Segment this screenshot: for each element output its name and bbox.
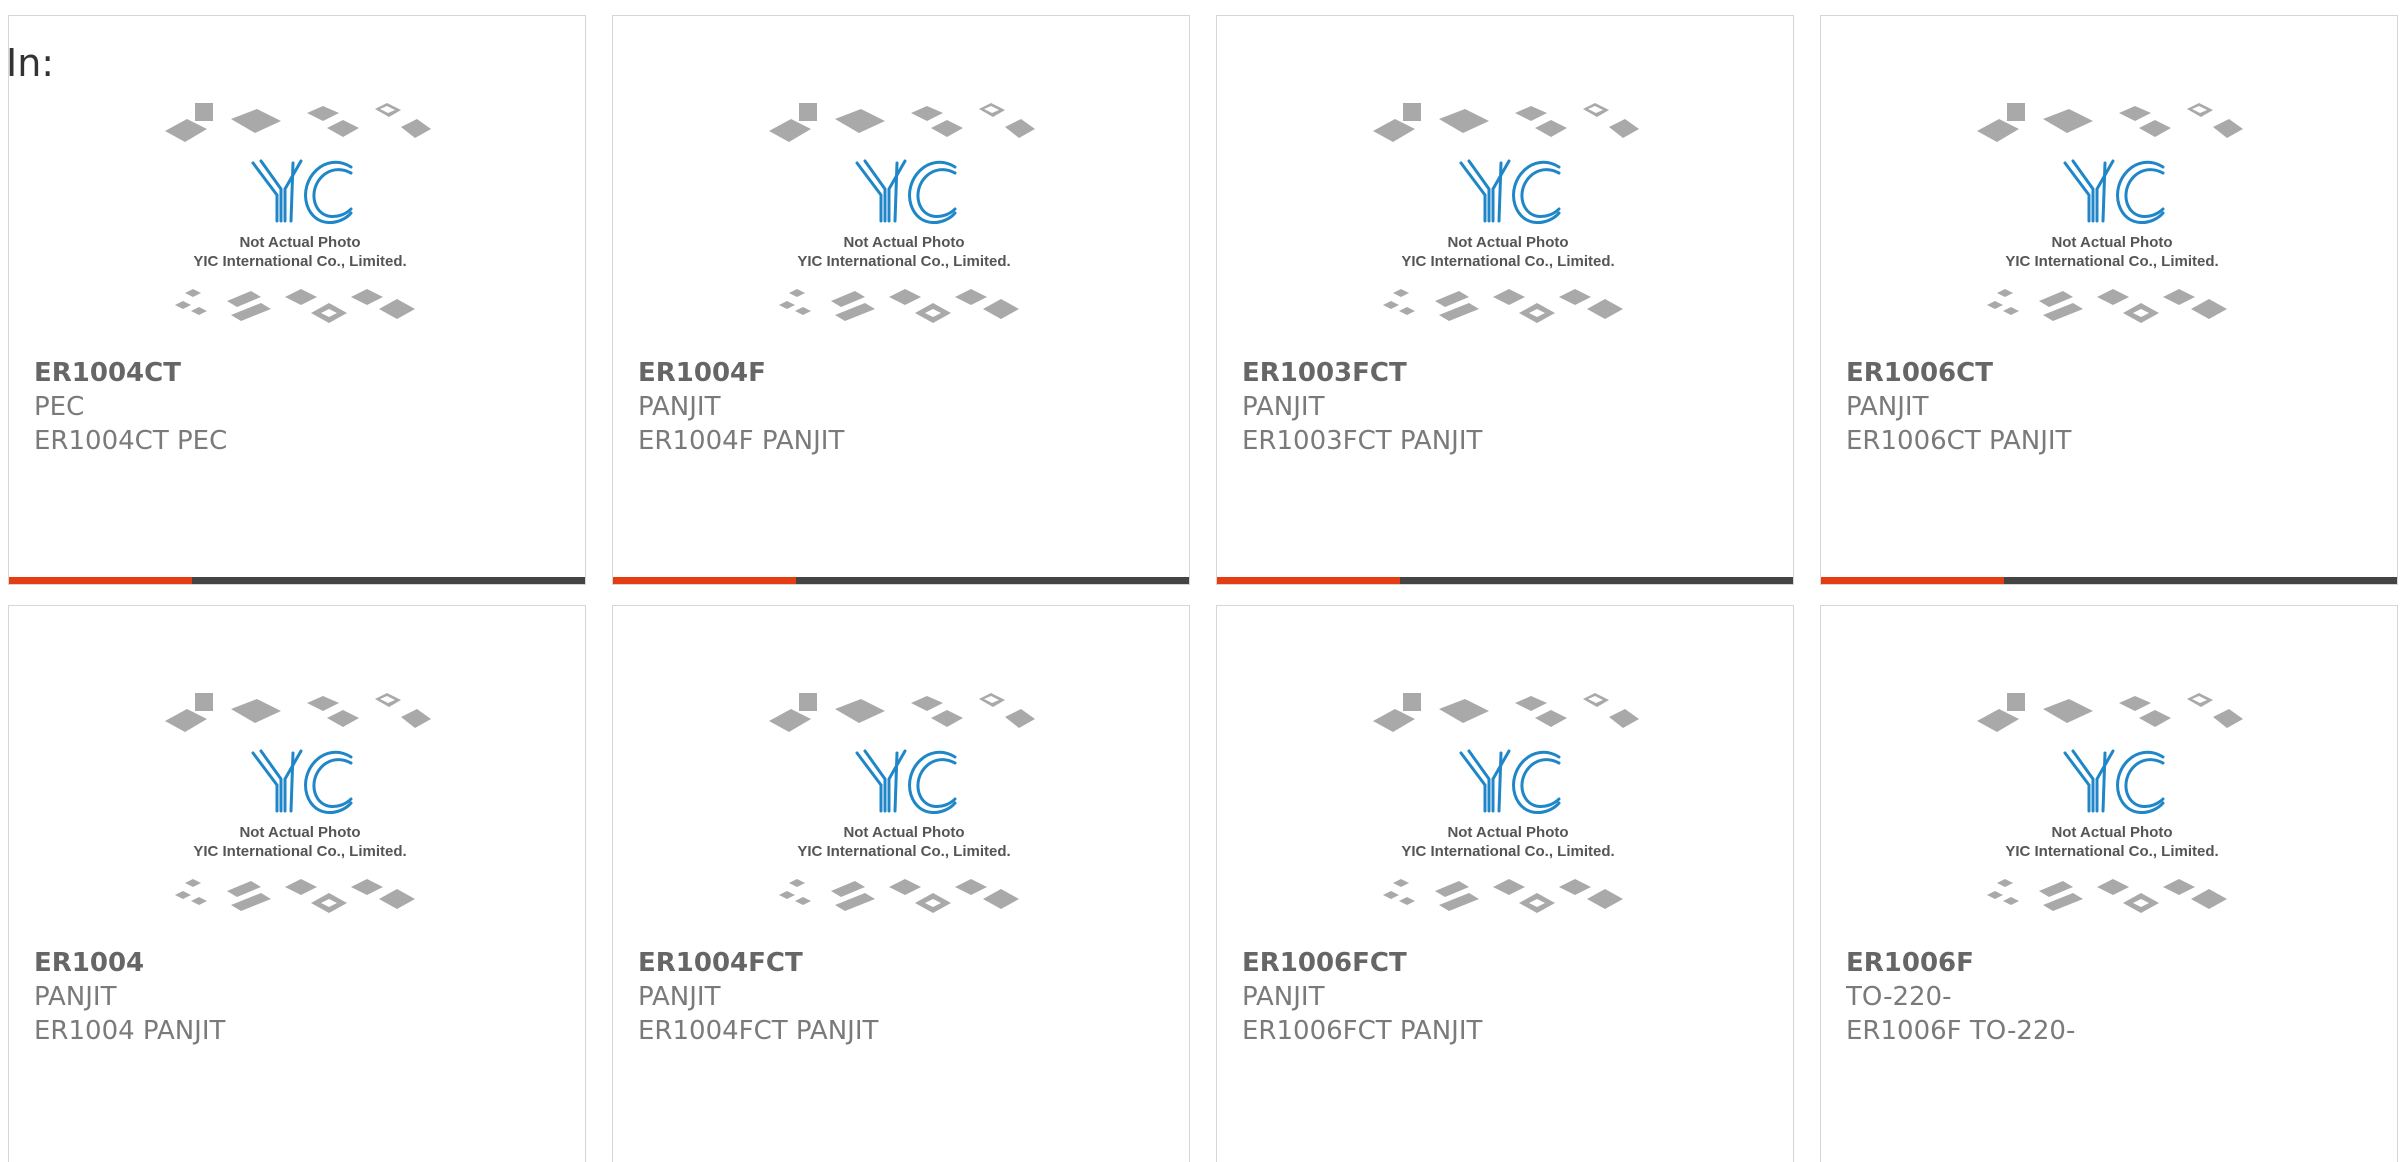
product-card[interactable]: Not Actual Photo YIC International Co., L… xyxy=(8,15,586,585)
product-image-placeholder: Not Actual Photo YIC International Co., L… xyxy=(165,101,435,356)
card-accent-bar xyxy=(1217,577,1400,584)
product-description: ER1003FCT PANJIT xyxy=(1242,426,1483,456)
product-info: ER1004FCT PANJIT ER1004FCT PANJIT xyxy=(638,946,1169,1048)
company-logo xyxy=(2063,749,2165,815)
product-description: ER1006CT PANJIT xyxy=(1846,426,2072,456)
brand-name: PANJIT xyxy=(1846,392,1929,422)
card-hover-bar xyxy=(9,577,585,584)
product-image-placeholder: Not Actual Photo YIC International Co., L… xyxy=(769,101,1039,356)
brand-name: PEC xyxy=(34,392,85,422)
product-image-placeholder: Not Actual Photo YIC International Co., L… xyxy=(1977,101,2247,356)
placeholder-caption-line2: YIC International Co., Limited. xyxy=(2005,253,2218,270)
brand-name: PANJIT xyxy=(34,982,117,1012)
card-hover-bar xyxy=(613,577,1189,584)
product-description: ER1006F TO-220- xyxy=(1846,1016,2076,1046)
company-logo xyxy=(251,159,353,225)
company-logo xyxy=(855,749,957,815)
product-card[interactable]: Not Actual Photo YIC International Co., L… xyxy=(612,605,1190,1162)
product-image-placeholder: Not Actual Photo YIC International Co., L… xyxy=(165,691,435,946)
brand-name: PANJIT xyxy=(1242,392,1325,422)
product-image-placeholder: Not Actual Photo YIC International Co., L… xyxy=(769,691,1039,946)
product-info: ER1006FCT PANJIT ER1006FCT PANJIT xyxy=(1242,946,1773,1048)
placeholder-caption-line1: Not Actual Photo xyxy=(843,234,964,251)
part-number[interactable]: ER1004CT xyxy=(34,356,565,390)
placeholder-caption-line1: Not Actual Photo xyxy=(843,824,964,841)
placeholder-graphic: Not Actual Photo YIC International Co., L… xyxy=(769,693,1035,913)
part-number[interactable]: ER1004FCT xyxy=(638,946,1169,980)
product-card[interactable]: Not Actual Photo YIC International Co., L… xyxy=(1820,15,2398,585)
brand-name: PANJIT xyxy=(638,392,721,422)
product-info: ER1004CT PEC ER1004CT PEC xyxy=(34,356,565,458)
placeholder-graphic: Not Actual Photo YIC International Co., L… xyxy=(1373,693,1639,913)
product-card[interactable]: Not Actual Photo YIC International Co., L… xyxy=(612,15,1190,585)
brand-name: TO-220- xyxy=(1846,982,1952,1012)
product-info: ER1004 PANJIT ER1004 PANJIT xyxy=(34,946,565,1048)
placeholder-caption-line1: Not Actual Photo xyxy=(239,234,360,251)
product-image-placeholder: Not Actual Photo YIC International Co., L… xyxy=(1373,691,1643,946)
product-card[interactable]: Not Actual Photo YIC International Co., L… xyxy=(1216,15,1794,585)
part-number[interactable]: ER1004 xyxy=(34,946,565,980)
product-description: ER1006FCT PANJIT xyxy=(1242,1016,1483,1046)
part-number[interactable]: ER1004F xyxy=(638,356,1169,390)
placeholder-graphic: Not Actual Photo YIC International Co., L… xyxy=(769,103,1035,323)
card-hover-bar xyxy=(1821,577,2397,584)
company-logo xyxy=(1459,749,1561,815)
placeholder-caption-line2: YIC International Co., Limited. xyxy=(1401,843,1614,860)
product-image-placeholder: Not Actual Photo YIC International Co., L… xyxy=(1373,101,1643,356)
part-number[interactable]: ER1003FCT xyxy=(1242,356,1773,390)
placeholder-graphic: Not Actual Photo YIC International Co., L… xyxy=(165,693,431,913)
placeholder-caption-line2: YIC International Co., Limited. xyxy=(193,253,406,270)
company-logo xyxy=(855,159,957,225)
in-label: In: xyxy=(6,41,55,85)
placeholder-graphic: Not Actual Photo YIC International Co., L… xyxy=(1977,103,2243,323)
company-logo xyxy=(2063,159,2165,225)
placeholder-caption-line1: Not Actual Photo xyxy=(1447,234,1568,251)
card-accent-bar xyxy=(1821,577,2004,584)
part-number[interactable]: ER1006F xyxy=(1846,946,2377,980)
product-card[interactable]: Not Actual Photo YIC International Co., L… xyxy=(1216,605,1794,1162)
card-accent-bar xyxy=(9,577,192,584)
part-number[interactable]: ER1006FCT xyxy=(1242,946,1773,980)
placeholder-caption-line1: Not Actual Photo xyxy=(2051,234,2172,251)
placeholder-graphic: Not Actual Photo YIC International Co., L… xyxy=(1977,693,2243,913)
company-logo xyxy=(251,749,353,815)
product-description: ER1004F PANJIT xyxy=(638,426,845,456)
product-image-placeholder: Not Actual Photo YIC International Co., L… xyxy=(1977,691,2247,946)
placeholder-caption-line2: YIC International Co., Limited. xyxy=(2005,843,2218,860)
placeholder-caption-line1: Not Actual Photo xyxy=(2051,824,2172,841)
product-grid: Not Actual Photo YIC International Co., L… xyxy=(8,15,2398,1162)
product-results-page: In: Not Actual Photo YIC International Co… xyxy=(0,0,2400,1162)
placeholder-caption-line1: Not Actual Photo xyxy=(1447,824,1568,841)
product-info: ER1004F PANJIT ER1004F PANJIT xyxy=(638,356,1169,458)
card-accent-bar xyxy=(613,577,796,584)
product-info: ER1006F TO-220- ER1006F TO-220- xyxy=(1846,946,2377,1048)
company-logo xyxy=(1459,159,1561,225)
product-card[interactable]: Not Actual Photo YIC International Co., L… xyxy=(1820,605,2398,1162)
product-info: ER1003FCT PANJIT ER1003FCT PANJIT xyxy=(1242,356,1773,458)
product-description: ER1004CT PEC xyxy=(34,426,228,456)
placeholder-caption-line2: YIC International Co., Limited. xyxy=(797,253,1010,270)
product-info: ER1006CT PANJIT ER1006CT PANJIT xyxy=(1846,356,2377,458)
placeholder-caption-line2: YIC International Co., Limited. xyxy=(797,843,1010,860)
placeholder-caption-line2: YIC International Co., Limited. xyxy=(1401,253,1614,270)
brand-name: PANJIT xyxy=(638,982,721,1012)
placeholder-caption-line1: Not Actual Photo xyxy=(239,824,360,841)
brand-name: PANJIT xyxy=(1242,982,1325,1012)
placeholder-graphic: Not Actual Photo YIC International Co., L… xyxy=(1373,103,1639,323)
placeholder-graphic: Not Actual Photo YIC International Co., L… xyxy=(165,103,431,323)
product-description: ER1004 PANJIT xyxy=(34,1016,226,1046)
part-number[interactable]: ER1006CT xyxy=(1846,356,2377,390)
product-description: ER1004FCT PANJIT xyxy=(638,1016,879,1046)
product-card[interactable]: Not Actual Photo YIC International Co., L… xyxy=(8,605,586,1162)
placeholder-caption-line2: YIC International Co., Limited. xyxy=(193,843,406,860)
card-hover-bar xyxy=(1217,577,1793,584)
